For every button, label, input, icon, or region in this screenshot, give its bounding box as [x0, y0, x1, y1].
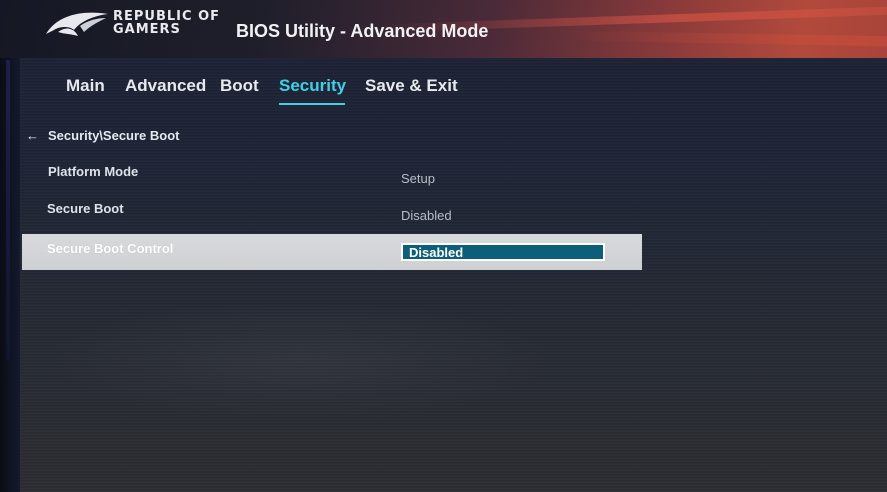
tab-save-exit[interactable]: Save & Exit: [365, 76, 458, 96]
setting-value-secure-boot: Disabled: [401, 208, 452, 223]
rog-eye-logo-icon: [46, 12, 108, 36]
setting-label-secure-boot: Secure Boot: [47, 201, 124, 216]
dropdown-selected-value: Disabled: [409, 245, 464, 260]
tab-advanced[interactable]: Advanced: [125, 76, 206, 96]
secure-boot-control-dropdown[interactable]: Disabled: [401, 243, 605, 261]
setting-label-secure-boot-control: Secure Boot Control: [47, 241, 174, 256]
monitor-bezel: [0, 0, 20, 492]
tab-boot[interactable]: Boot: [220, 76, 259, 96]
back-arrow-icon[interactable]: ←: [26, 128, 40, 143]
tab-security[interactable]: Security: [279, 76, 346, 96]
tab-main[interactable]: Main: [66, 76, 105, 96]
active-tab-indicator: [279, 103, 345, 105]
bios-screen: REPUBLIC OF GAMERS BIOS Utility - Advanc…: [0, 0, 887, 492]
window-title: BIOS Utility - Advanced Mode: [236, 21, 489, 41]
screen-glare: [40, 300, 560, 420]
brand-text: REPUBLIC OF GAMERS: [113, 10, 220, 36]
breadcrumb-path: Security\Secure Boot: [48, 128, 180, 143]
header-bar: REPUBLIC OF GAMERS BIOS Utility - Advanc…: [0, 0, 887, 58]
setting-value-platform-mode: Setup: [401, 171, 435, 186]
setting-label-platform-mode: Platform Mode: [48, 164, 139, 179]
brand-line-2: GAMERS: [113, 22, 181, 37]
breadcrumb[interactable]: ← Security\Secure Boot: [26, 128, 180, 143]
